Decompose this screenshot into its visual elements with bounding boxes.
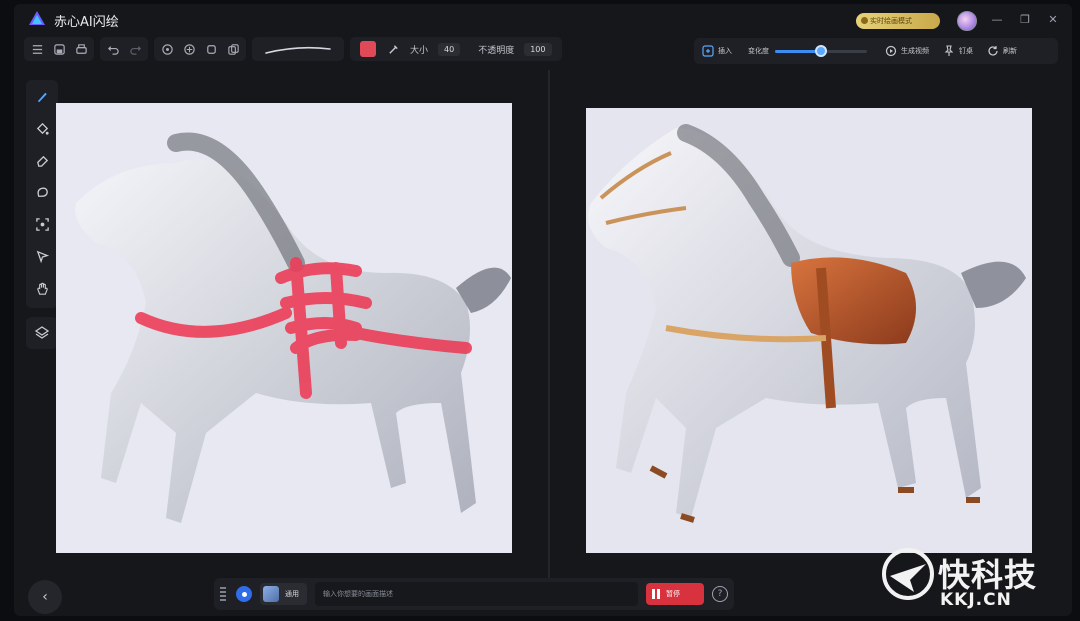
record-icon[interactable]: [236, 586, 252, 602]
app-logo-icon: [29, 11, 45, 25]
size-label: 大小: [410, 45, 429, 56]
mode-label: 通用: [285, 590, 299, 598]
app-title: 赤心AI闪绘: [54, 15, 119, 30]
print-icon[interactable]: [74, 42, 88, 56]
undo-icon[interactable]: [106, 42, 120, 56]
save-icon[interactable]: [52, 42, 66, 56]
opacity-input[interactable]: 100: [524, 42, 552, 56]
right-toolbar: 插入 变化度 生成视频 钉桌 刷新: [694, 38, 1058, 64]
mode-selector[interactable]: 通用: [260, 583, 307, 605]
main-toolbar: 大小 40 不透明度 100: [24, 36, 562, 62]
pin-label: 钉桌: [959, 47, 973, 55]
insert-icon: [702, 45, 714, 57]
frame-icon[interactable]: [204, 42, 218, 56]
pause-label: 暂停: [666, 590, 680, 598]
generate-video-button[interactable]: 生成视频: [885, 45, 929, 57]
generated-canvas[interactable]: [586, 108, 1032, 553]
layers-icon: [34, 326, 50, 339]
refresh-icon: [988, 46, 998, 56]
layers-button[interactable]: [26, 317, 58, 349]
watermark: 快科技 KKJ.CN: [880, 546, 1070, 612]
select-icon[interactable]: [32, 214, 52, 234]
variation-slider[interactable]: [775, 44, 867, 57]
generate-video-label: 生成视频: [901, 47, 929, 55]
file-group: [24, 37, 94, 61]
prompt-bar: 通用 输入你想要的画面描述 暂停 ?: [214, 578, 734, 610]
brush-group: [252, 37, 344, 61]
color-swatch[interactable]: [360, 41, 376, 57]
prompt-input[interactable]: 输入你想要的画面描述: [315, 582, 638, 606]
split-divider[interactable]: [548, 70, 550, 590]
app-window: 赤心AI闪绘 实时绘画模式 — ❐ ✕ 大小 40 不透明度 100 插入 变化…: [14, 4, 1072, 616]
help-icon[interactable]: ?: [712, 586, 728, 602]
fill-icon[interactable]: [32, 118, 52, 138]
pause-icon: [652, 589, 660, 599]
drawing-canvas[interactable]: [56, 103, 512, 553]
lasso-icon[interactable]: [32, 182, 52, 202]
watermark-domain: KKJ.CN: [940, 590, 1012, 610]
pause-button[interactable]: 暂停: [646, 583, 704, 605]
pointer-icon[interactable]: [32, 246, 52, 266]
drag-handle-icon[interactable]: [220, 587, 228, 601]
avatar[interactable]: [957, 11, 977, 31]
insert-button[interactable]: 插入: [702, 45, 732, 57]
variation-label: 变化度: [748, 47, 769, 55]
chevron-left-icon: ‹: [42, 589, 48, 605]
eyedropper-icon[interactable]: [386, 42, 400, 56]
watermark-logo: [882, 548, 934, 600]
back-button[interactable]: ‹: [28, 580, 62, 614]
pin-button[interactable]: 钉桌: [943, 45, 973, 57]
eraser-icon[interactable]: [32, 150, 52, 170]
view-icon[interactable]: [160, 42, 174, 56]
minimize-icon[interactable]: —: [990, 13, 1004, 27]
redo-icon[interactable]: [128, 42, 142, 56]
insert-label: 插入: [718, 47, 732, 55]
generated-horse-image: [588, 124, 1026, 523]
brush-preview[interactable]: [258, 37, 338, 61]
mode-pill[interactable]: 实时绘画模式: [856, 13, 940, 29]
variation-slider-knob[interactable]: [815, 44, 827, 57]
video-icon: [885, 45, 897, 57]
size-input[interactable]: 40: [438, 42, 461, 56]
opacity-label: 不透明度: [478, 45, 515, 56]
zoom-icon[interactable]: [182, 42, 196, 56]
restore-icon[interactable]: ❐: [1018, 13, 1032, 27]
refresh-button[interactable]: 刷新: [987, 45, 1017, 57]
menu-icon[interactable]: [30, 42, 44, 56]
mode-thumbnail: [263, 586, 279, 602]
brush-settings: 大小 40 不透明度 100: [350, 37, 562, 61]
refresh-label: 刷新: [1003, 47, 1017, 55]
history-group: [100, 37, 148, 61]
brush-icon[interactable]: [32, 86, 52, 106]
copy-icon[interactable]: [226, 42, 240, 56]
tool-rail: [26, 80, 58, 308]
sketch-horse-image: [75, 132, 511, 523]
close-icon[interactable]: ✕: [1046, 13, 1060, 27]
hand-icon[interactable]: [32, 278, 52, 298]
view-group: [154, 37, 246, 61]
pin-icon: [944, 45, 954, 56]
title-bar: 赤心AI闪绘 实时绘画模式 — ❐ ✕: [14, 4, 1072, 34]
